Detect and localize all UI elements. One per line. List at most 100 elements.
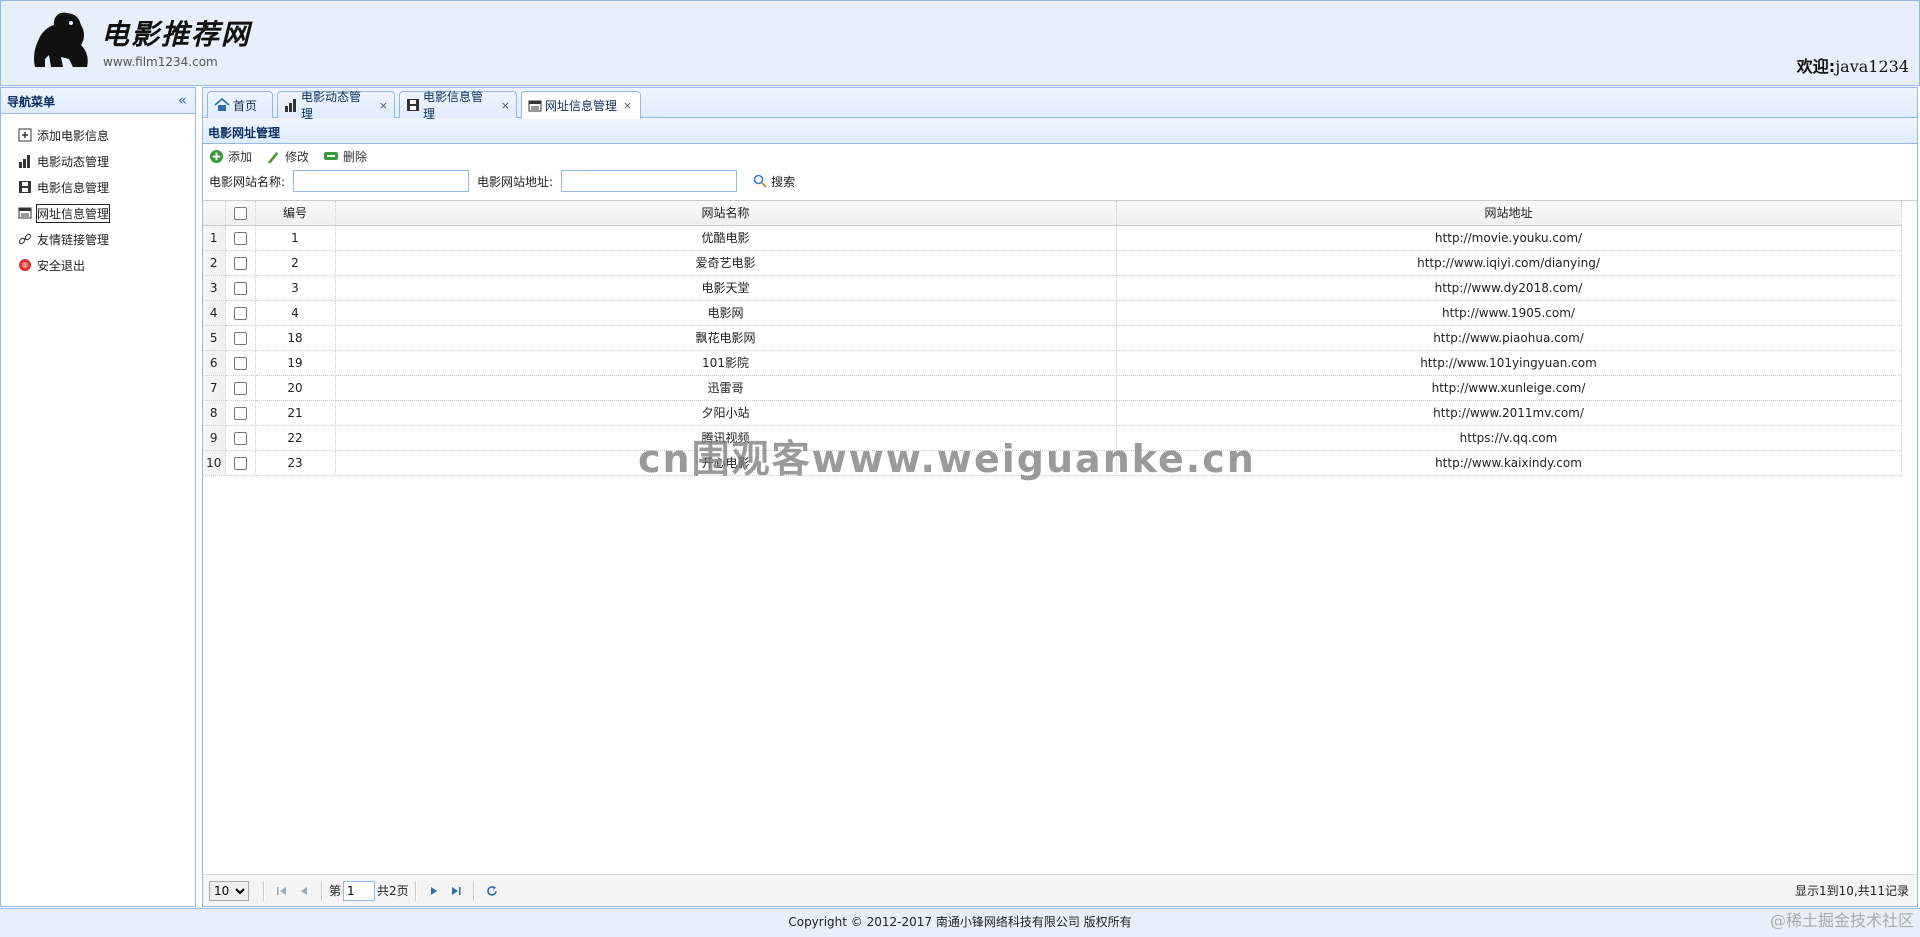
- row-number: 8: [203, 400, 226, 426]
- tab-web-info[interactable]: 网址信息管理 ×: [521, 91, 641, 119]
- collapse-icon[interactable]: «: [178, 91, 187, 109]
- cell-site-name: 电影天堂: [335, 275, 1117, 301]
- nav-item-add-movie[interactable]: 添加电影信息: [17, 122, 195, 148]
- close-icon[interactable]: ×: [623, 99, 632, 112]
- site-url-input[interactable]: [561, 170, 738, 192]
- pagination-bar: 10 第 共2页 显示1到10,共11记录: [203, 874, 1917, 906]
- nav-item-label: 添加电影信息: [37, 128, 110, 143]
- close-icon[interactable]: ×: [501, 99, 510, 112]
- tab-label: 电影动态管理: [301, 90, 362, 121]
- add-circle-icon: [209, 149, 224, 164]
- film-icon: [406, 98, 420, 112]
- table-row[interactable]: 6 19 101影院 http://www.101yingyuan.com: [203, 350, 1902, 376]
- search-label: 搜索: [771, 174, 796, 189]
- nav-item-movie-news[interactable]: 电影动态管理: [17, 148, 195, 174]
- column-header-url[interactable]: 网站地址: [1116, 201, 1902, 226]
- row-select-cell: [225, 225, 256, 251]
- tab-movie-info[interactable]: 电影信息管理 ×: [399, 90, 517, 121]
- cell-site-url: http://www.piaohua.com/: [1116, 325, 1902, 351]
- add-button[interactable]: 添加: [209, 148, 252, 165]
- row-number: 3: [203, 275, 226, 301]
- cell-site-url: http://movie.youku.com/: [1116, 225, 1902, 251]
- page-prefix: 第: [329, 884, 342, 898]
- site-name-input[interactable]: [293, 170, 470, 192]
- prev-page-icon[interactable]: [293, 880, 315, 902]
- row-checkbox[interactable]: [233, 281, 247, 295]
- select-all-checkbox[interactable]: [233, 206, 247, 220]
- cell-id: 23: [255, 450, 336, 476]
- table-row[interactable]: 5 18 飘花电影网 http://www.piaohua.com/: [203, 325, 1902, 351]
- page-number-input[interactable]: [343, 880, 376, 901]
- nav-item-web-info[interactable]: 网址信息管理: [17, 200, 195, 226]
- site-title: 电影推荐网: [101, 18, 252, 51]
- table-header-row: 编号 网站名称 网站地址: [203, 201, 1902, 226]
- nav-item-links[interactable]: 友情链接管理: [17, 226, 195, 252]
- pager-separator: [414, 880, 417, 901]
- refresh-icon[interactable]: [481, 880, 503, 902]
- row-checkbox[interactable]: [233, 456, 247, 470]
- table-row[interactable]: 4 4 电影网 http://www.1905.com/: [203, 300, 1902, 326]
- cell-site-name: 腾讯视频: [335, 425, 1117, 451]
- tab-label: 网址信息管理: [545, 99, 618, 113]
- row-checkbox[interactable]: [233, 406, 247, 420]
- cell-site-name: 爱奇艺电影: [335, 250, 1117, 276]
- page-size-select[interactable]: 10: [209, 880, 249, 901]
- cell-site-url: http://www.2011mv.com/: [1116, 400, 1902, 426]
- nav-header: 导航菜单 «: [1, 88, 195, 114]
- column-header-name[interactable]: 网站名称: [335, 201, 1117, 226]
- search-button[interactable]: 搜索: [753, 173, 795, 190]
- row-number: 10: [203, 450, 226, 476]
- delete-label: 删除: [343, 149, 368, 164]
- column-header-id[interactable]: 编号: [255, 201, 336, 226]
- nav-item-logout[interactable]: 安全退出: [17, 252, 195, 278]
- toolbar: 添加 修改 删除: [203, 144, 1917, 168]
- row-number: 4: [203, 300, 226, 326]
- last-page-icon[interactable]: [445, 880, 467, 902]
- tab-home[interactable]: 首页: [207, 91, 273, 118]
- row-checkbox[interactable]: [233, 231, 247, 245]
- table-row[interactable]: 2 2 爱奇艺电影 http://www.iqiyi.com/dianying/: [203, 250, 1902, 276]
- cell-site-name: 开心电影: [335, 450, 1117, 476]
- username: java1234: [1835, 57, 1909, 76]
- nav-item-label: 电影信息管理: [37, 180, 110, 195]
- cell-site-name: 101影院: [335, 350, 1117, 376]
- row-checkbox[interactable]: [233, 331, 247, 345]
- next-page-icon[interactable]: [423, 880, 445, 902]
- first-page-icon[interactable]: [271, 880, 293, 902]
- pencil-icon: [266, 149, 281, 164]
- pager-info: 显示1到10,共11记录: [1795, 884, 1909, 898]
- row-number: 7: [203, 375, 226, 401]
- row-checkbox[interactable]: [233, 256, 247, 270]
- cell-site-name: 迅雷哥: [335, 375, 1117, 401]
- cell-id: 22: [255, 425, 336, 451]
- table-row[interactable]: 7 20 迅雷哥 http://www.xunleige.com/: [203, 375, 1902, 401]
- row-select-cell: [225, 375, 256, 401]
- row-checkbox[interactable]: [233, 431, 247, 445]
- row-checkbox[interactable]: [233, 306, 247, 320]
- row-select-cell: [225, 325, 256, 351]
- web-icon: [17, 205, 33, 221]
- table-row[interactable]: 8 21 夕阳小站 http://www.2011mv.com/: [203, 400, 1902, 426]
- tab-movie-news[interactable]: 电影动态管理 ×: [277, 90, 395, 121]
- site-url-label: 电影网站地址:: [477, 174, 554, 189]
- row-checkbox[interactable]: [233, 381, 247, 395]
- edit-button[interactable]: 修改: [266, 148, 309, 165]
- row-select-cell: [225, 350, 256, 376]
- table-row[interactable]: 3 3 电影天堂 http://www.dy2018.com/: [203, 275, 1902, 301]
- table-row[interactable]: 10 23 开心电影 http://www.kaixindy.com: [203, 450, 1902, 476]
- row-number: 5: [203, 325, 226, 351]
- cell-id: 1: [255, 225, 336, 251]
- data-grid: 编号 网站名称 网站地址 1 1 优酷电影 http://movie.youku.co…: [203, 200, 1917, 870]
- table-row[interactable]: 1 1 优酷电影 http://movie.youku.com/: [203, 225, 1902, 251]
- nav-item-movie-info[interactable]: 电影信息管理: [17, 174, 195, 200]
- cell-site-url: http://www.1905.com/: [1116, 300, 1902, 326]
- row-select-cell: [225, 450, 256, 476]
- page-total: 共2页: [377, 884, 409, 898]
- table-row[interactable]: 9 22 腾讯视频 https://v.qq.com: [203, 425, 1902, 451]
- row-checkbox[interactable]: [233, 356, 247, 370]
- row-number: 1: [203, 225, 226, 251]
- remove-icon: [323, 150, 339, 162]
- delete-button[interactable]: 删除: [323, 148, 367, 165]
- close-icon[interactable]: ×: [379, 99, 388, 112]
- cell-id: 3: [255, 275, 336, 301]
